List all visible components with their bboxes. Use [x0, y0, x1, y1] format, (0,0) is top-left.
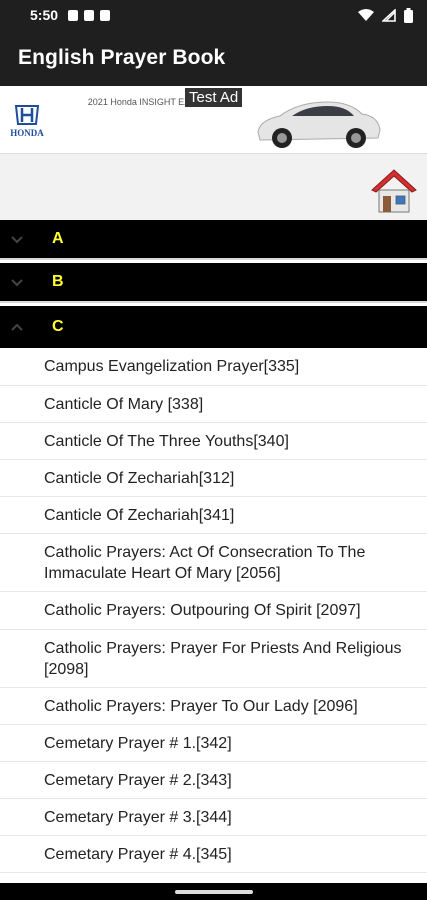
section-header-c[interactable]: C [0, 306, 427, 348]
list-item[interactable]: Catholic Prayers: Prayer For Priests And… [0, 630, 427, 688]
notification-icons [68, 9, 111, 21]
section-header-a[interactable]: A [0, 220, 427, 260]
system-icons [358, 7, 413, 23]
section-label: A [52, 230, 64, 247]
list-item[interactable]: Canticle Of The Three Youths[340] [0, 423, 427, 460]
app-bar: English Prayer Book [0, 30, 427, 86]
honda-logo-icon: HONDA [10, 105, 44, 138]
ad-banner[interactable]: HONDA 2021 Honda INSIGHT EX Test Ad [0, 86, 427, 154]
system-nav-bar [0, 883, 427, 900]
list-item[interactable]: Catholic Prayers: Prayer To Our Lady [20… [0, 688, 427, 725]
list-item[interactable]: Campus Evangelization Prayer[335] [0, 348, 427, 386]
list-item[interactable]: Canticle Of Zechariah[341] [0, 497, 427, 534]
notification-icon [68, 9, 79, 21]
list-item[interactable]: Cemetary Prayer # 3.[344] [0, 799, 427, 836]
gesture-handle[interactable] [175, 890, 253, 894]
list-item[interactable]: Catholic Prayers: Outpouring Of Spirit [… [0, 592, 427, 630]
signal-icon [382, 8, 396, 22]
list-item[interactable]: Cemetary Prayer # 2.[343] [0, 762, 427, 799]
car-image [257, 101, 381, 148]
prayer-list: Campus Evangelization Prayer[335] Cantic… [0, 348, 427, 873]
ad-text: 2021 Honda INSIGHT EX [87, 97, 191, 107]
home-icon[interactable] [369, 166, 419, 216]
chevron-down-icon [11, 236, 23, 244]
status-bar: 5:50 [0, 0, 427, 30]
list-item[interactable]: Catholic Prayers: Act Of Consecration To… [0, 534, 427, 592]
wifi-icon [358, 8, 374, 21]
section-header-b[interactable]: B [0, 263, 427, 303]
sim-icon [100, 9, 111, 21]
battery-icon [404, 7, 413, 23]
chevron-up-icon [11, 323, 23, 331]
status-time: 5:50 [30, 7, 59, 23]
test-ad-badge: Test Ad [185, 88, 243, 107]
home-row [0, 154, 427, 220]
chevron-down-icon [11, 279, 23, 287]
list-item[interactable]: Canticle Of Mary [338] [0, 386, 427, 423]
notification-icon [84, 9, 95, 21]
section-label: C [52, 318, 64, 335]
app-title: English Prayer Book [18, 46, 226, 69]
section-label: B [52, 273, 64, 290]
ad-brand: HONDA [10, 128, 44, 138]
list-item[interactable]: Canticle Of Zechariah[312] [0, 460, 427, 497]
list-item[interactable]: Cemetary Prayer # 4.[345] [0, 836, 427, 873]
list-item[interactable]: Cemetary Prayer # 1.[342] [0, 725, 427, 762]
